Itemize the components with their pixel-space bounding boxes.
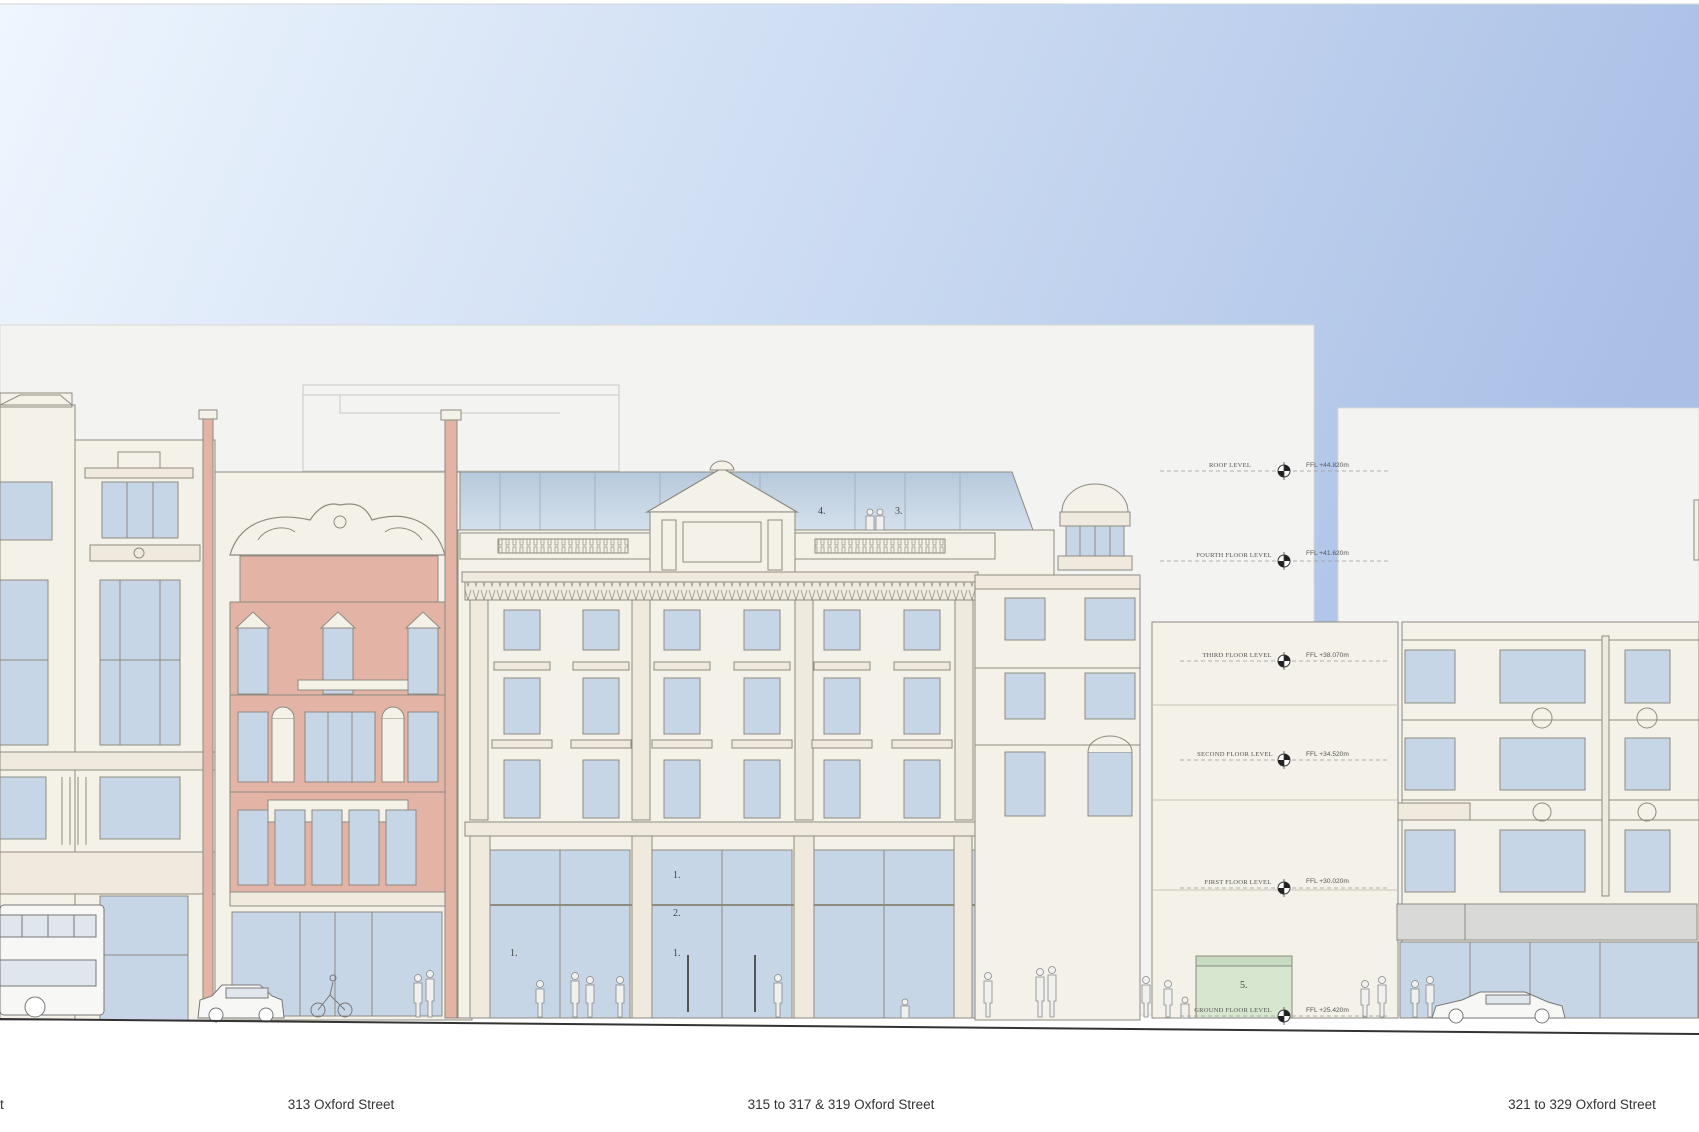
cupola	[1057, 483, 1133, 571]
level-label-first: FIRST FLOOR LEVEL	[1204, 879, 1271, 886]
building-far-left	[0, 392, 218, 1021]
elevation-drawing: ROOF LEVEL FFL +44.820m FOURTH FLOOR LEV…	[0, 0, 1699, 1132]
address-left-partial: t	[0, 1097, 4, 1112]
annotation-1a: 1.	[510, 948, 518, 959]
level-value-roof: FFL +44.820m	[1306, 462, 1349, 469]
level-label-second: SECOND FLOOR LEVEL	[1197, 751, 1273, 758]
elevation-svg: ROOF LEVEL FFL +44.820m FOURTH FLOOR LEV…	[0, 3, 1699, 1112]
level-label-roof: ROOF LEVEL	[1209, 462, 1251, 469]
level-label-third: THIRD FLOOR LEVEL	[1202, 652, 1271, 659]
level-value-second: FFL +34.520m	[1306, 751, 1349, 758]
level-label-ground: GROUND FLOOR LEVEL	[1194, 1007, 1272, 1014]
level-value-third: FFL +38.070m	[1306, 652, 1349, 659]
annotation-1c: 1.	[673, 948, 681, 959]
annotation-1b: 1.	[673, 870, 681, 881]
ground-line	[0, 1018, 1699, 1035]
annotation-3: 3.	[895, 506, 903, 517]
gap-building	[1151, 621, 1399, 1019]
address-313: 313 Oxford Street	[288, 1097, 395, 1112]
address-labels: t 313 Oxford Street 315 to 317 & 319 Oxf…	[0, 1097, 1656, 1112]
building-315-319	[457, 460, 1141, 1021]
annotation-2: 2.	[673, 908, 681, 919]
level-value-fourth: FFL +41.620m	[1306, 550, 1349, 557]
building-313	[197, 409, 473, 1023]
annotation-5: 5.	[1240, 980, 1248, 991]
level-value-ground: FFL +25.420m	[1306, 1007, 1349, 1014]
address-315-319: 315 to 317 & 319 Oxford Street	[748, 1097, 935, 1112]
address-321-329: 321 to 329 Oxford Street	[1508, 1097, 1656, 1112]
annotation-4: 4.	[818, 506, 826, 517]
bus	[0, 904, 105, 1018]
level-label-fourth: FOURTH FLOOR LEVEL	[1196, 552, 1271, 559]
level-value-first: FFL +30.020m	[1306, 878, 1349, 885]
